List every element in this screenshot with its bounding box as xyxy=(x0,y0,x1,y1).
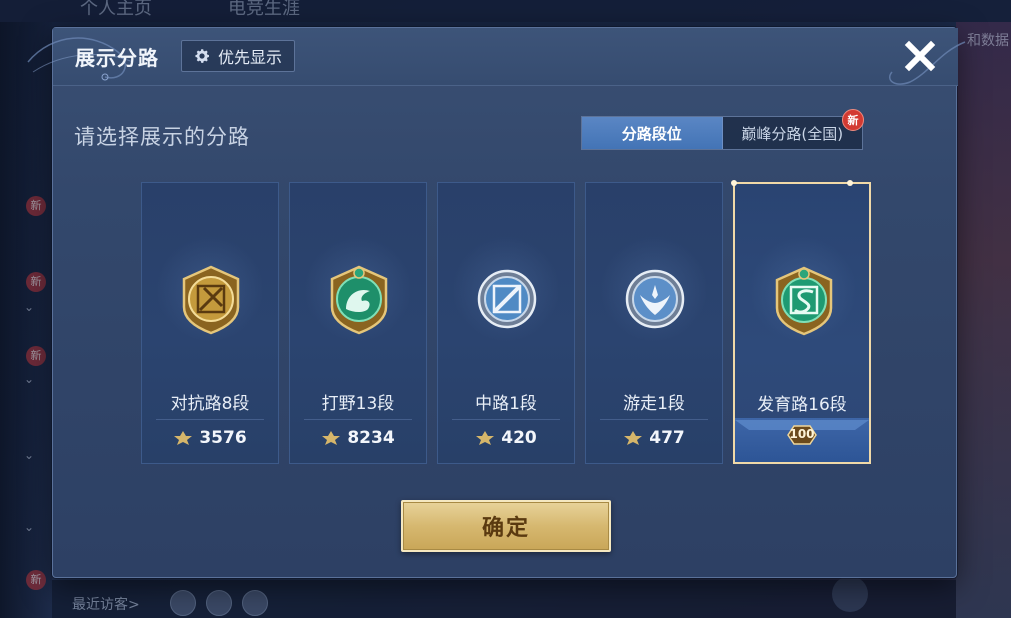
avatar[interactable] xyxy=(206,590,232,616)
power-score-icon xyxy=(322,431,341,445)
score-row: 8234 xyxy=(290,428,426,448)
lane-rank-text: 发育路16段 xyxy=(757,395,847,415)
lane-card-mid[interactable]: 中路1段 420 xyxy=(437,182,575,464)
top-rank-number: 100 xyxy=(789,427,815,441)
top-rank-badge: 100 xyxy=(782,424,822,446)
card-divider xyxy=(156,419,264,420)
bg-new-badge: 新 xyxy=(26,570,46,590)
avatar[interactable] xyxy=(170,590,196,616)
priority-display-label: 优先显示 xyxy=(218,48,283,67)
selection-corner xyxy=(731,180,737,186)
chevron-down-icon: ⌄ xyxy=(24,300,35,314)
chevron-down-icon: ⌄ xyxy=(24,520,35,534)
tab-peak-lane-national[interactable]: 巅峰分路(全国) 新 xyxy=(723,109,864,149)
bg-right-text: 和数据 xyxy=(967,33,1009,49)
tab-label: 巅峰分路(全国) xyxy=(741,124,844,143)
lane-rank-text: 对抗路8段 xyxy=(170,394,250,414)
lane-card-list: 对抗路8段 3576 打野13段 8234 中路1段 420 游走1段 477 … xyxy=(141,180,873,464)
confirm-button[interactable]: 确定 xyxy=(401,500,611,552)
power-score: 420 xyxy=(501,428,537,448)
lane-card-clash[interactable]: 对抗路8段 3576 xyxy=(141,182,279,464)
new-badge: 新 xyxy=(842,109,864,131)
lane-tab-group: 分路段位 巅峰分路(全国) 新 xyxy=(581,109,864,150)
close-icon[interactable] xyxy=(900,36,940,76)
bg-round-button[interactable] xyxy=(832,576,868,612)
bg-new-badge: 新 xyxy=(26,272,46,292)
lane-rank-text: 游走1段 xyxy=(623,394,685,414)
chevron-down-icon: ⌄ xyxy=(24,372,35,386)
farm-lane-badge-icon xyxy=(775,266,833,336)
card-divider xyxy=(452,419,560,420)
lane-rank-text: 中路1段 xyxy=(475,394,537,414)
power-score-icon xyxy=(174,431,193,445)
jungle-lane-badge-icon xyxy=(330,265,388,335)
card-divider xyxy=(304,419,412,420)
power-score-icon xyxy=(476,431,495,445)
lane-display-dialog: 展示分路 优先显示 请选择展示的分路 分路段位 巅峰分路(全国) 新 对抗路8段… xyxy=(27,27,966,578)
score-row: 420 xyxy=(438,428,574,448)
power-score: 477 xyxy=(649,428,685,448)
select-lane-heading: 请选择展示的分路 xyxy=(74,125,250,149)
roam-lane-badge-icon xyxy=(625,269,685,329)
bg-new-badge: 新 xyxy=(26,346,46,366)
clash-lane-badge-icon xyxy=(182,265,240,335)
dialog-title: 展示分路 xyxy=(75,46,159,70)
power-score: 3576 xyxy=(199,428,247,448)
mid-lane-badge-icon xyxy=(477,269,537,329)
background-right-panel xyxy=(956,22,1011,618)
avatar[interactable] xyxy=(242,590,268,616)
tab-lane-rank[interactable]: 分路段位 xyxy=(582,117,723,149)
score-row: 477 xyxy=(586,428,722,448)
bg-tab-profile: 个人主页 xyxy=(80,0,152,19)
lane-card-farm[interactable]: 发育路16段 100 xyxy=(731,180,871,464)
chevron-down-icon: ⌄ xyxy=(24,448,35,462)
dialog-header: 展示分路 优先显示 xyxy=(27,28,966,86)
lane-rank-text: 打野13段 xyxy=(321,394,395,414)
score-row: 3576 xyxy=(142,428,278,448)
power-score-icon xyxy=(624,431,643,445)
priority-display-button[interactable]: 优先显示 xyxy=(181,40,296,72)
bg-tab-esports: 电竞生涯 xyxy=(228,0,300,19)
peak-rank-bar: 100 xyxy=(735,418,869,462)
selection-corner xyxy=(847,180,853,186)
lane-card-jungle[interactable]: 打野13段 8234 xyxy=(289,182,427,464)
power-score: 8234 xyxy=(347,428,395,448)
tab-label: 分路段位 xyxy=(621,124,682,143)
card-divider xyxy=(600,419,708,420)
lane-card-roam[interactable]: 游走1段 477 xyxy=(585,182,723,464)
confirm-label: 确定 xyxy=(481,516,530,541)
gear-icon xyxy=(192,46,212,66)
bg-new-badge: 新 xyxy=(26,196,46,216)
recent-visitors-link[interactable]: 最近访客> xyxy=(72,594,140,614)
